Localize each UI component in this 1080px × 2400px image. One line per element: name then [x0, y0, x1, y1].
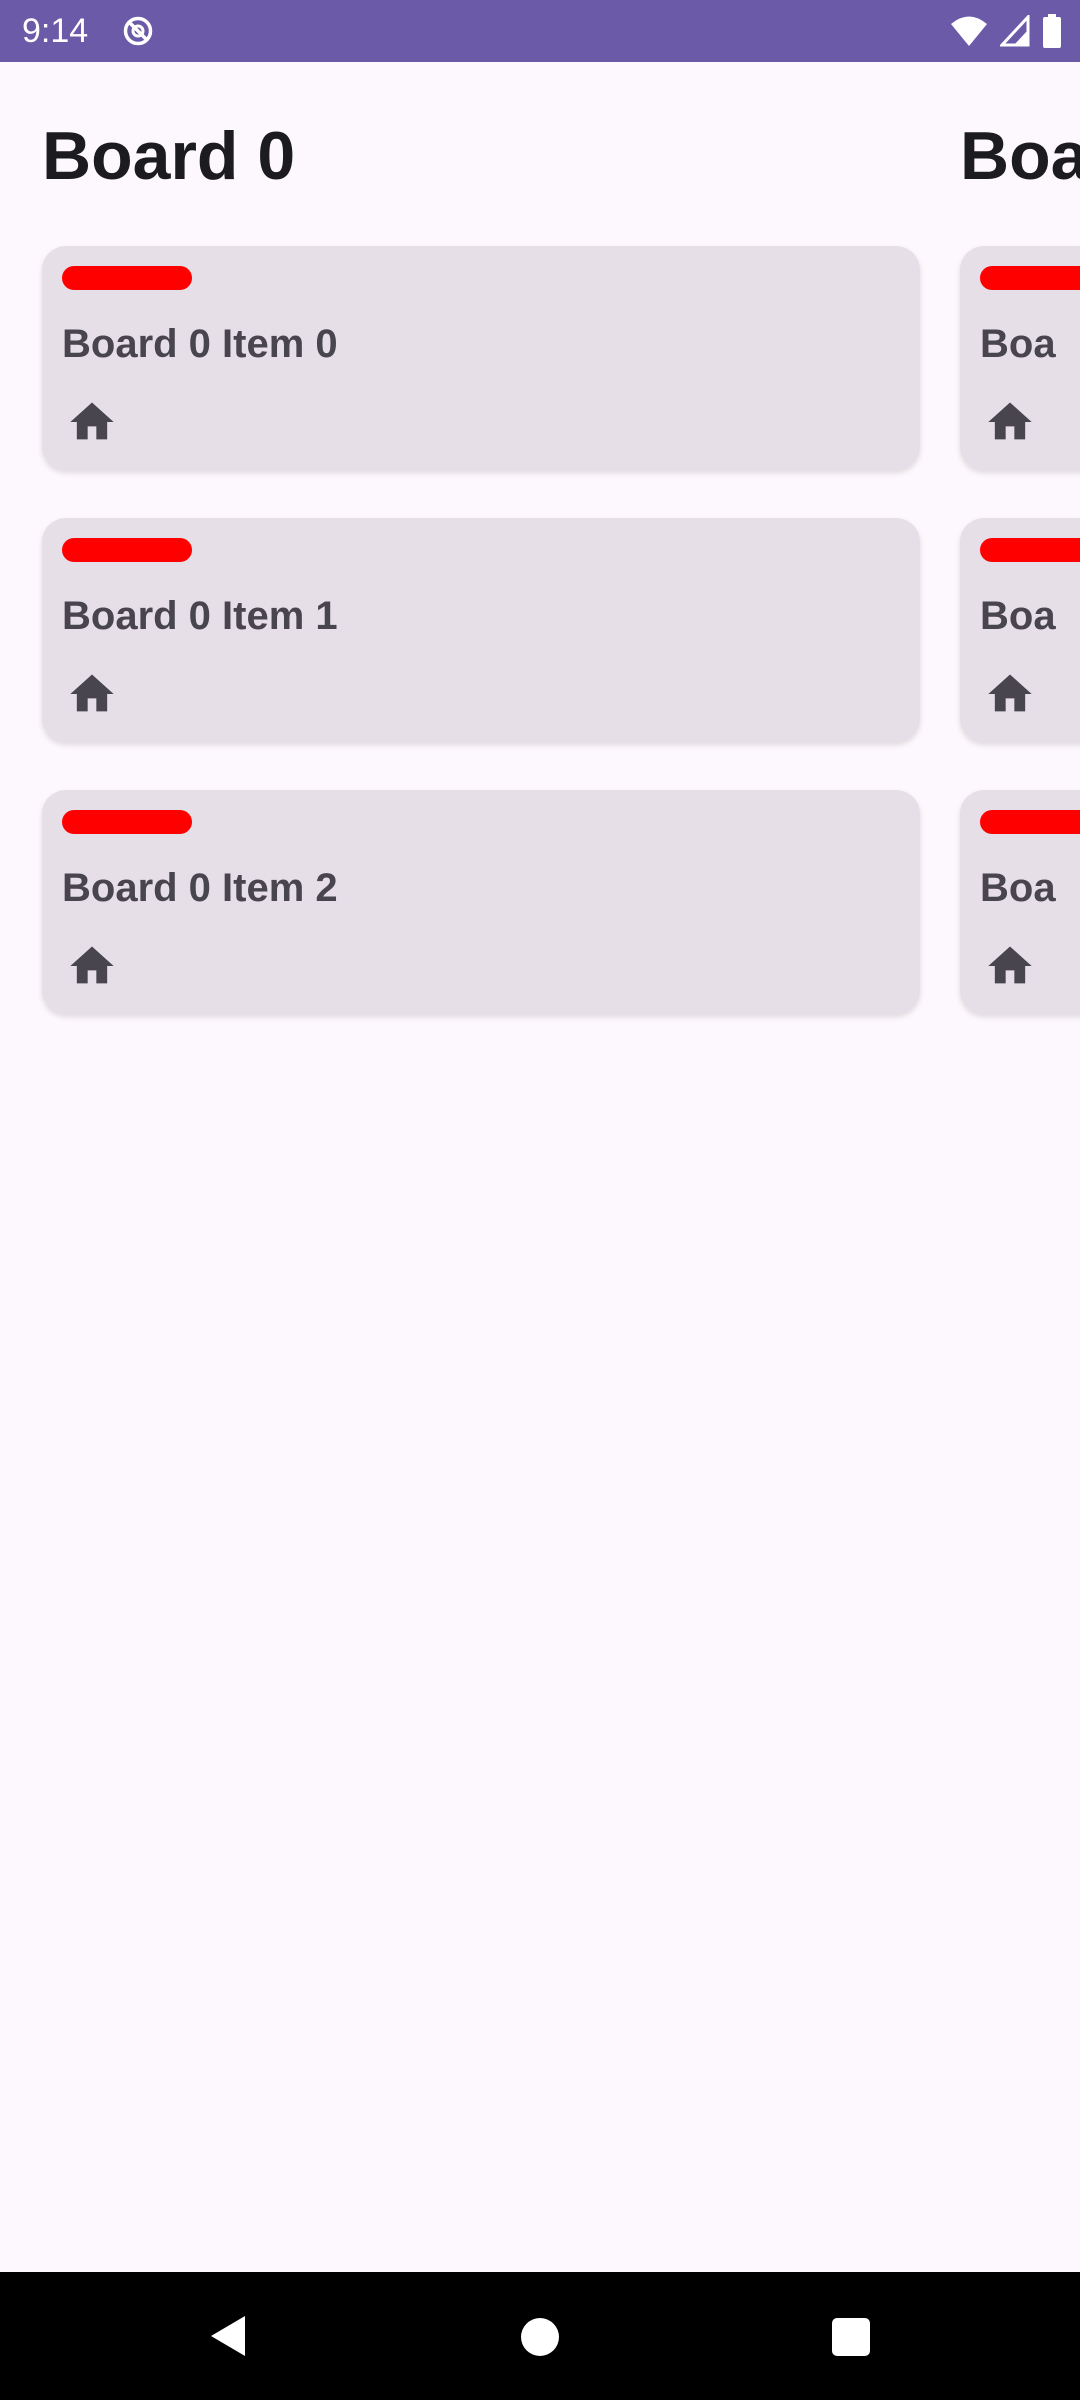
- tag-label: [980, 810, 1080, 834]
- board-item-card[interactable]: Board 0 Item 1: [42, 518, 920, 742]
- board-item-card[interactable]: Board 0 Item 2: [42, 790, 920, 1014]
- status-time: 9:14: [22, 12, 89, 50]
- home-icon: [988, 946, 1032, 984]
- item-title: Board 0 Item 2: [62, 866, 338, 910]
- board-title: Board 0: [42, 118, 296, 194]
- tag-label: [980, 538, 1080, 562]
- do-not-disturb-icon: [123, 16, 153, 46]
- board-item-card[interactable]: Boa: [960, 518, 1080, 742]
- tag-label: [62, 810, 192, 834]
- home-icon: [70, 674, 114, 712]
- cell-signal-icon: [1000, 15, 1030, 47]
- tag-label: [62, 266, 192, 290]
- tag-label: [980, 266, 1080, 290]
- board-item-card[interactable]: Boa: [960, 246, 1080, 470]
- home-icon: [988, 674, 1032, 712]
- board-item-card[interactable]: Boa: [960, 790, 1080, 1014]
- back-icon[interactable]: [205, 2312, 249, 2360]
- board-title: Boa: [960, 118, 1080, 194]
- recents-icon[interactable]: [832, 2318, 870, 2356]
- board-item-card[interactable]: Board 0 Item 0: [42, 246, 920, 470]
- item-title: Board 0 Item 0: [62, 322, 338, 366]
- home-icon: [988, 402, 1032, 440]
- navigation-bar: [0, 2272, 1080, 2400]
- item-title: Boa: [980, 594, 1056, 638]
- tag-label: [62, 538, 192, 562]
- boards-container[interactable]: Board 0 Board 0 Item 0 Board 0 Item 1 Bo…: [0, 62, 1080, 2272]
- item-title: Board 0 Item 1: [62, 594, 338, 638]
- home-icon: [70, 946, 114, 984]
- status-icons: [950, 13, 1062, 49]
- status-bar: 9:14: [0, 0, 1080, 62]
- item-title: Boa: [980, 322, 1056, 366]
- battery-icon: [1043, 14, 1061, 48]
- home-button-icon[interactable]: [521, 2318, 559, 2356]
- item-title: Boa: [980, 866, 1056, 910]
- home-icon: [70, 402, 114, 440]
- wifi-icon: [951, 16, 987, 46]
